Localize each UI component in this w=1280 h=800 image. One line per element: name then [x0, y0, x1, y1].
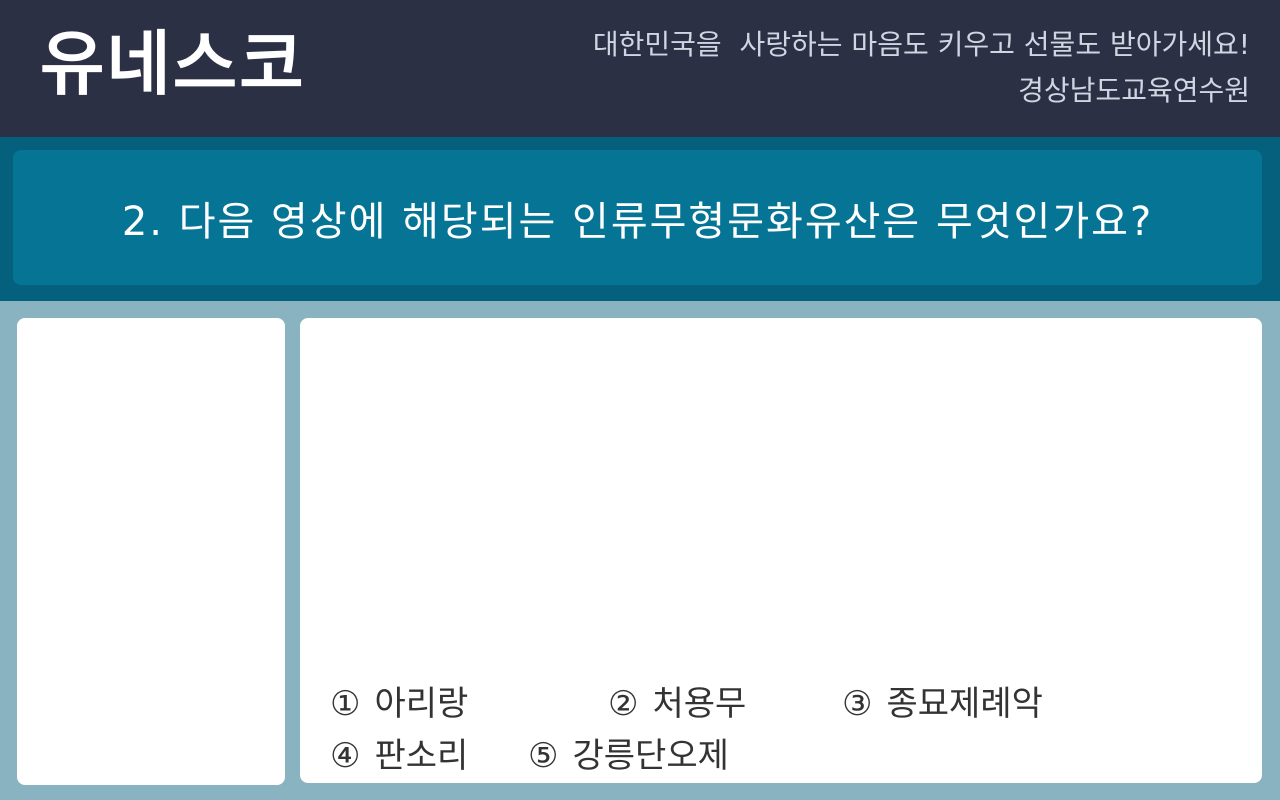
slogan-line-2: 경상남도교육연수원: [1018, 74, 1250, 107]
option-5-number: ⑤: [528, 736, 559, 776]
question-box: 2. 다음 영상에 해당되는 인류무형문화유산은 무엇인가요?: [13, 150, 1262, 285]
option-3-number: ③: [842, 684, 873, 724]
option-2-number: ②: [608, 684, 639, 724]
option-4-label: 판소리: [374, 736, 469, 776]
option-3-label: 종묘제례악: [886, 684, 1043, 724]
option-5[interactable]: ⑤ 강릉단오제: [528, 728, 729, 777]
option-2-label: 처용무: [652, 684, 747, 724]
option-1-number: ①: [330, 684, 361, 724]
question-text: 2. 다음 영상에 해당되는 인류무형문화유산은 무엇인가요?: [121, 198, 1154, 245]
side-panel: [17, 318, 285, 785]
option-1-label: 아리랑: [374, 684, 469, 724]
option-1[interactable]: ① 아리랑: [330, 676, 468, 725]
option-4[interactable]: ④ 판소리: [330, 728, 468, 777]
header-slogan: 대한민국을 사랑하는 마음도 키우고 선물도 받아가세요! 경상남도교육연수원: [593, 22, 1250, 114]
option-2[interactable]: ② 처용무: [608, 676, 746, 725]
option-5-label: 강릉단오제: [572, 736, 729, 776]
slogan-line-1: 대한민국을 사랑하는 마음도 키우고 선물도 받아가세요!: [592, 28, 1250, 61]
header-bar: 유네스코 대한민국을 사랑하는 마음도 키우고 선물도 받아가세요! 경상남도교…: [0, 0, 1280, 137]
option-4-number: ④: [330, 736, 361, 776]
logo-text: 유네스코: [40, 23, 306, 105]
option-3[interactable]: ③ 종묘제례악: [842, 676, 1043, 725]
